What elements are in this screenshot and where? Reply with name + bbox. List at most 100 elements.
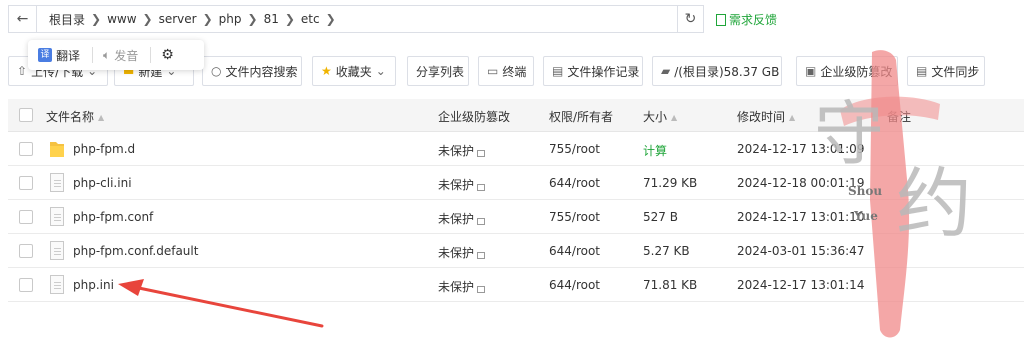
- crumb-server[interactable]: server: [153, 12, 203, 26]
- refresh-icon[interactable]: ↻: [677, 6, 703, 32]
- file-sync-label: 文件同步: [931, 64, 980, 79]
- speaker-icon: 🔈︎: [103, 47, 111, 62]
- lock-icon: [477, 286, 486, 293]
- header-size[interactable]: 大小 ▲: [643, 108, 677, 125]
- crumb-www[interactable]: www: [101, 12, 142, 26]
- modified-time: 2024-12-18 00:01:19: [737, 176, 865, 190]
- file-icon: [50, 173, 64, 192]
- feedback-icon: [716, 13, 726, 26]
- file-name[interactable]: php-fpm.d: [73, 142, 135, 156]
- favorites-button[interactable]: ★ 收藏夹 ⌄: [312, 56, 396, 86]
- lock-icon: [477, 184, 486, 191]
- chevron-right-icon: ❯: [142, 12, 153, 26]
- operation-log-button[interactable]: ▤ 文件操作记录: [543, 56, 643, 86]
- speak-button[interactable]: 🔈︎ 发音: [103, 47, 138, 64]
- table-row[interactable]: php-fpm.conf 未保护 755/root 527 B 2024-12-…: [8, 200, 1024, 234]
- file-name[interactable]: php.ini: [73, 278, 114, 292]
- feedback-label: 需求反馈: [729, 13, 778, 27]
- sync-icon: ▤: [916, 64, 928, 78]
- terminal-icon: ▭: [487, 64, 499, 78]
- star-icon: ★: [321, 64, 332, 78]
- search-icon: ○: [211, 64, 222, 78]
- modified-time: 2024-12-17 13:01:10: [737, 210, 865, 224]
- tamper-status: 未保护: [438, 176, 486, 193]
- terminal-button[interactable]: ▭ 终端: [478, 56, 534, 86]
- file-size: 527 B: [643, 210, 678, 224]
- crumb-etc[interactable]: etc: [295, 12, 326, 26]
- lock-icon: [477, 218, 486, 225]
- header-name[interactable]: 文件名称 ▲: [46, 108, 104, 125]
- size-calc-link[interactable]: 计算: [643, 142, 667, 159]
- file-sync-button[interactable]: ▤ 文件同步: [907, 56, 985, 86]
- crumb-81[interactable]: 81: [258, 12, 285, 26]
- translate-button[interactable]: 译翻译: [38, 47, 80, 64]
- upload-icon: ⇧: [17, 64, 28, 78]
- popup-divider: [150, 47, 152, 63]
- row-checkbox[interactable]: [19, 210, 33, 224]
- row-checkbox[interactable]: [19, 176, 33, 190]
- folder-icon: [50, 142, 64, 157]
- table-row[interactable]: php-fpm.d 未保护 755/root 计算 2024-12-17 13:…: [8, 132, 1024, 166]
- back-arrow-icon[interactable]: ←: [9, 6, 37, 32]
- disk-label: /(根目录)58.37 GB: [674, 64, 780, 79]
- share-list-label: 分享列表: [416, 64, 465, 79]
- modified-time: 2024-12-17 13:01:09: [737, 142, 865, 156]
- operation-log-label: 文件操作记录: [567, 64, 640, 79]
- feedback-link[interactable]: 需求反馈: [716, 11, 777, 28]
- tamper-status: 未保护: [438, 278, 486, 295]
- tamper-status: 未保护: [438, 210, 486, 227]
- sort-icon: ▲: [98, 113, 105, 122]
- crumb-php[interactable]: php: [213, 12, 248, 26]
- header-tamper: 企业级防篡改: [438, 110, 511, 124]
- modified-time: 2024-03-01 15:36:47: [737, 244, 865, 258]
- row-checkbox[interactable]: [19, 244, 33, 258]
- translate-icon: 译: [38, 48, 52, 62]
- translate-popup: 译翻译 🔈︎ 发音 ⚙: [28, 40, 204, 70]
- tamper-proof-label: 企业级防篡改: [820, 64, 893, 79]
- shield-icon: ▣: [805, 64, 817, 78]
- select-all-checkbox[interactable]: [19, 108, 33, 122]
- file-manager: ← 根目录 ❯ www ❯ server ❯ php ❯ 81 ❯ etc ❯ ↻ 需求反馈…: [0, 0, 1024, 353]
- content-search-button[interactable]: ○ 文件内容搜索: [202, 56, 302, 86]
- table-row[interactable]: php-cli.ini 未保护 644/root 71.29 KB 2024-1…: [8, 166, 1024, 200]
- permission[interactable]: 755/root: [549, 142, 600, 156]
- file-icon: [50, 207, 64, 226]
- lock-icon: [477, 252, 486, 259]
- chevron-right-icon: ❯: [202, 12, 213, 26]
- file-size: 71.29 KB: [643, 176, 698, 190]
- permission[interactable]: 644/root: [549, 278, 600, 292]
- chevron-right-icon: ❯: [247, 12, 258, 26]
- disk-button[interactable]: ▰/(根目录)58.37 GB: [652, 56, 782, 86]
- chevron-right-icon: ❯: [284, 12, 295, 26]
- breadcrumb: 根目录 ❯ www ❯ server ❯ php ❯ 81 ❯ etc ❯: [37, 11, 677, 28]
- permission[interactable]: 644/root: [549, 244, 600, 258]
- sort-icon: ▲: [789, 113, 796, 122]
- permission[interactable]: 644/root: [549, 176, 600, 190]
- table-header: 文件名称 ▲ 企业级防篡改 权限/所有者 大小 ▲ 修改时间 ▲ 备注: [8, 99, 1024, 132]
- file-icon: [50, 275, 64, 294]
- popup-divider: [92, 47, 94, 63]
- share-list-button[interactable]: 分享列表: [407, 56, 469, 86]
- header-mtime[interactable]: 修改时间 ▲: [737, 108, 795, 125]
- tamper-proof-button[interactable]: ▣ 企业级防篡改: [796, 56, 898, 86]
- log-icon: ▤: [552, 64, 564, 78]
- table-row[interactable]: php.ini 未保护 644/root 71.81 KB 2024-12-17…: [8, 268, 1024, 302]
- row-checkbox[interactable]: [19, 278, 33, 292]
- file-name[interactable]: php-fpm.conf: [73, 210, 153, 224]
- file-name[interactable]: php-fpm.conf.default: [73, 244, 198, 258]
- path-bar[interactable]: ← 根目录 ❯ www ❯ server ❯ php ❯ 81 ❯ etc ❯ ↻: [8, 5, 704, 33]
- content-search-label: 文件内容搜索: [225, 64, 298, 79]
- chevron-right-icon: ❯: [325, 12, 336, 26]
- table-row[interactable]: php-fpm.conf.default 未保护 644/root 5.27 K…: [8, 234, 1024, 268]
- permission[interactable]: 755/root: [549, 210, 600, 224]
- lock-icon: [477, 150, 486, 157]
- modified-time: 2024-12-17 13:01:14: [737, 278, 865, 292]
- gear-icon[interactable]: ⚙: [161, 47, 174, 63]
- header-note: 备注: [887, 110, 912, 124]
- crumb-root[interactable]: 根目录: [43, 11, 91, 28]
- row-checkbox[interactable]: [19, 142, 33, 156]
- chevron-right-icon: ❯: [91, 12, 102, 26]
- terminal-label: 终端: [502, 64, 527, 79]
- tamper-status: 未保护: [438, 142, 486, 159]
- file-name[interactable]: php-cli.ini: [73, 176, 132, 190]
